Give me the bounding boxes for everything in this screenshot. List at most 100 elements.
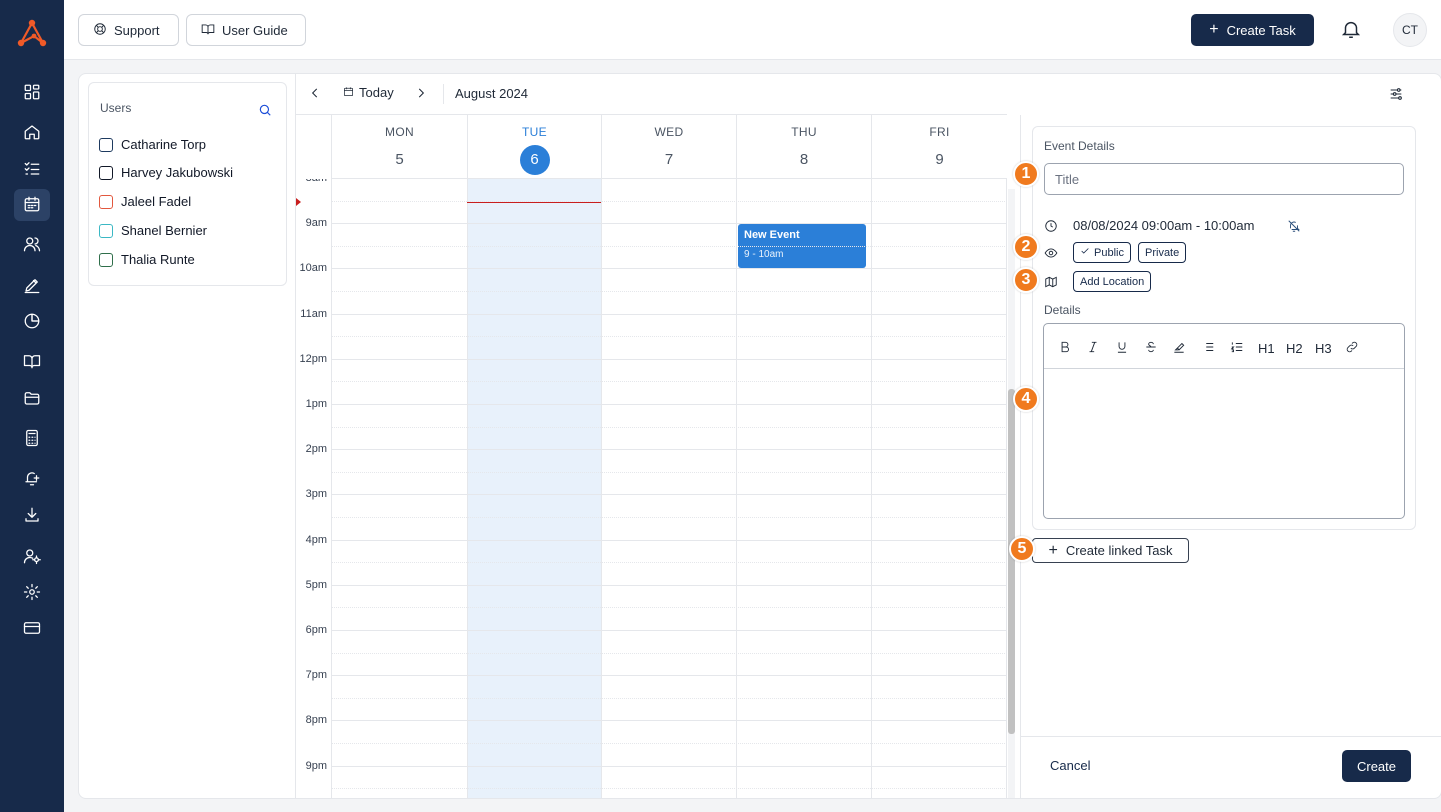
highlight-button[interactable] xyxy=(1172,339,1186,357)
hour-line xyxy=(331,630,1007,631)
nav-calendar[interactable] xyxy=(14,189,50,221)
day-name: TUE xyxy=(522,125,547,139)
day-header[interactable]: MON 5 xyxy=(331,115,467,179)
time-label: 5pm xyxy=(305,578,327,591)
nav-tasks[interactable] xyxy=(14,153,50,185)
user-checkbox[interactable] xyxy=(99,137,113,152)
user-guide-button[interactable]: User Guide xyxy=(186,14,306,46)
time-label: 3pm xyxy=(305,488,327,501)
day-number: 7 xyxy=(664,151,674,168)
day-header[interactable]: WED 7 xyxy=(601,115,736,179)
month-label: August 2024 xyxy=(455,86,529,101)
numbered-list-button[interactable] xyxy=(1230,339,1244,357)
nav-files[interactable] xyxy=(14,383,50,415)
users-search-button[interactable] xyxy=(258,103,274,119)
nav-users[interactable] xyxy=(14,229,50,261)
nav-user-settings[interactable] xyxy=(14,541,50,573)
create-button[interactable]: Create xyxy=(1342,750,1411,782)
user-item[interactable]: Thalia Runte xyxy=(99,252,195,267)
user-checkbox[interactable] xyxy=(99,252,113,267)
bullet-list-button[interactable] xyxy=(1201,339,1215,357)
chevron-right-icon xyxy=(414,88,428,103)
link-button[interactable] xyxy=(1345,339,1359,357)
event-datetime[interactable]: 08/08/2024 09:00am - 10:00am xyxy=(1073,218,1254,233)
add-location-label: Add Location xyxy=(1080,275,1145,288)
user-item[interactable]: Harvey Jakubowski xyxy=(99,165,233,180)
support-button[interactable]: Support xyxy=(78,14,179,46)
nav-sign[interactable] xyxy=(14,270,50,302)
day-header[interactable]: THU 8 xyxy=(736,115,871,179)
clock-icon xyxy=(1044,219,1058,233)
details-text-area[interactable] xyxy=(1044,369,1404,518)
next-week-button[interactable] xyxy=(414,86,432,104)
h3-button[interactable]: H3 xyxy=(1315,339,1332,357)
user-name: Thalia Runte xyxy=(121,252,195,267)
book-open-icon xyxy=(201,22,215,39)
bold-button[interactable] xyxy=(1058,339,1072,357)
calendar-scrollbar-thumb[interactable] xyxy=(1008,389,1015,734)
calendar-settings-button[interactable] xyxy=(1388,86,1406,104)
visibility-public-chip[interactable]: Public xyxy=(1073,242,1131,263)
h1-button[interactable]: H1 xyxy=(1258,339,1275,357)
pie-chart-icon xyxy=(23,312,41,333)
nav-alerts[interactable] xyxy=(14,463,50,495)
day-header[interactable]: TUE 6 xyxy=(467,115,601,179)
cancel-button[interactable]: Cancel xyxy=(1050,758,1090,773)
user-item[interactable]: Shanel Bernier xyxy=(99,223,207,238)
day-name: MON xyxy=(385,125,414,139)
event-title: New Event xyxy=(744,229,800,241)
time-label: 9am xyxy=(305,217,327,230)
day-header[interactable]: FRI 9 xyxy=(871,115,1007,179)
user-checkbox[interactable] xyxy=(99,194,113,209)
nav-dashboard[interactable] xyxy=(14,77,50,109)
time-label: 10am xyxy=(299,262,327,275)
calendar-icon xyxy=(23,195,41,216)
nav-home[interactable] xyxy=(14,117,50,149)
hour-line xyxy=(331,765,1007,767)
book-icon xyxy=(23,352,41,373)
user-item[interactable]: Jaleel Fadel xyxy=(99,194,191,209)
notifications-button[interactable] xyxy=(1340,18,1364,42)
h2-button[interactable]: H2 xyxy=(1286,339,1303,357)
event-title-input[interactable] xyxy=(1044,163,1404,195)
user-item[interactable]: Catharine Torp xyxy=(99,137,206,152)
calculator-icon xyxy=(23,429,41,450)
checklist-icon xyxy=(23,159,41,180)
strikethrough-button[interactable] xyxy=(1144,339,1158,357)
add-location-button[interactable]: Add Location xyxy=(1073,271,1152,292)
panel-footer-divider xyxy=(1021,736,1441,737)
create-linked-task-button[interactable]: + Create linked Task xyxy=(1032,538,1189,563)
nav-download[interactable] xyxy=(14,500,50,532)
calendar-toolbar: Today August 2024 xyxy=(296,74,1007,115)
avatar[interactable]: CT xyxy=(1393,13,1427,47)
nav-billing[interactable] xyxy=(14,613,50,645)
alarm-off-icon[interactable] xyxy=(1287,219,1301,233)
time-label: 11am xyxy=(300,307,327,320)
map-icon xyxy=(1044,275,1058,289)
user-checkbox[interactable] xyxy=(99,223,113,238)
nav-calculator[interactable] xyxy=(14,423,50,455)
time-label: 2pm xyxy=(305,443,327,456)
nav-library[interactable] xyxy=(14,346,50,378)
calendar-grid[interactable]: New Event 9 - 10am 8am 9am 10am 11am 12pm 1pm… xyxy=(296,179,1007,798)
half-hour-line xyxy=(331,562,1007,564)
column-divider xyxy=(467,179,468,798)
hour-line xyxy=(331,720,1007,722)
nav-reports[interactable] xyxy=(14,306,50,338)
hour-line xyxy=(331,449,1007,451)
visibility-private-chip[interactable]: Private xyxy=(1138,242,1187,263)
today-button[interactable]: Today xyxy=(343,85,394,100)
nav-settings[interactable] xyxy=(14,577,50,609)
time-label: 1pm xyxy=(305,398,327,410)
check-icon xyxy=(1080,246,1090,259)
half-hour-line xyxy=(331,426,1007,428)
prev-week-button[interactable] xyxy=(308,86,326,104)
italic-button[interactable] xyxy=(1086,339,1100,357)
underline-button[interactable] xyxy=(1115,339,1129,357)
event-details-panel: Event Details 08/08/2024 09:00am - 10:00… xyxy=(1020,115,1441,798)
time-label: 8am xyxy=(296,179,327,184)
create-task-button[interactable]: + Create Task xyxy=(1191,14,1314,46)
app-logo[interactable] xyxy=(14,16,50,48)
users-icon xyxy=(23,235,41,256)
user-checkbox[interactable] xyxy=(99,165,113,180)
